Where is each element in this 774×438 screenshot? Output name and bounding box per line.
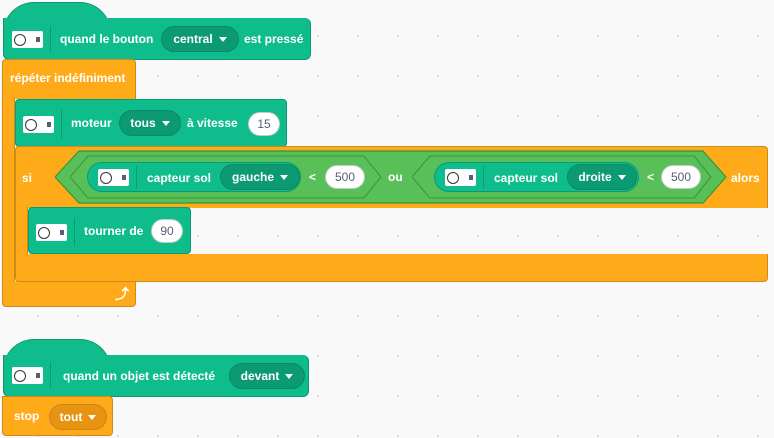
separator [50,26,51,52]
forever-label: répéter indéfiniment [10,71,126,85]
if-block-bottom [15,254,768,282]
right-sensor-side-dropdown[interactable]: droite [567,164,637,190]
caret-down-icon [280,174,288,180]
right-sensor-reporter[interactable]: capteur sol droite [434,162,639,192]
if-label: si [22,171,33,185]
robot-motor-icon [98,169,129,186]
separator [50,362,51,388]
left-compare-operator: < [309,170,317,184]
left-sensor-side-value: gauche [231,170,274,184]
turn-degrees-input[interactable]: 90 [151,219,183,243]
left-sensor-side-dropdown[interactable]: gauche [220,164,300,190]
button-port-dropdown[interactable]: central [161,26,239,52]
forever-loop-top[interactable]: répéter indéfiniment [2,59,136,99]
detected-label: quand un objet est détecté [63,368,216,383]
caret-down-icon [218,36,227,42]
stop-block[interactable]: stop tout [2,396,113,436]
then-label: alors [731,171,760,185]
robot-motor-icon [445,169,476,186]
stop-option-value: tout [59,410,83,424]
stop-label: stop [14,409,40,423]
caret-down-icon [285,373,294,379]
button-port-value: central [173,32,213,46]
right-sensor-side-value: droite [578,170,612,184]
left-sensor-label: capteur sol [147,171,212,185]
hat-label-after: est pressé [244,31,304,46]
caret-down-icon [617,174,626,180]
stop-option-dropdown[interactable]: tout [49,404,107,430]
turn-label: tourner de [84,223,144,238]
motor-select-value: tous [130,116,156,130]
robot-motor-icon [23,116,54,133]
right-compare-operator: < [647,170,655,184]
separator [136,166,137,188]
right-sensor-label: capteur sol [494,171,559,185]
speed-input[interactable]: 15 [248,112,280,136]
separator [74,218,75,246]
or-label: ou [388,170,403,184]
motor-label: moteur [71,116,112,130]
hat-label: quand le bouton [60,31,154,46]
when-button-pressed-hat[interactable]: quand le bouton central est pressé [3,18,311,60]
motor-speed-block[interactable]: moteur tous à vitesse 15 [15,99,287,147]
direction-dropdown[interactable]: devant [229,363,305,389]
separator [61,110,62,138]
robot-motor-icon [12,367,43,384]
caret-down-icon [88,414,97,420]
forever-loop-arm [2,98,15,282]
if-block-arm [15,207,28,255]
left-threshold-input[interactable]: 500 [325,165,365,189]
when-object-detected-hat[interactable]: quand un objet est détecté devant [3,355,309,397]
caret-down-icon [161,120,170,126]
robot-motor-icon [12,31,43,48]
robot-motor-icon [36,224,67,241]
loop-arrow-icon: ⤴ [115,286,129,302]
turn-block[interactable]: tourner de 90 [28,207,191,254]
motor-select-dropdown[interactable]: tous [119,110,181,136]
speed-label: à vitesse [187,116,238,130]
right-threshold-input[interactable]: 500 [661,165,701,189]
direction-value: devant [240,369,280,383]
separator [483,166,484,188]
forever-loop-bottom: ⤴ [2,281,136,307]
left-sensor-reporter[interactable]: capteur sol gauche [87,162,301,192]
